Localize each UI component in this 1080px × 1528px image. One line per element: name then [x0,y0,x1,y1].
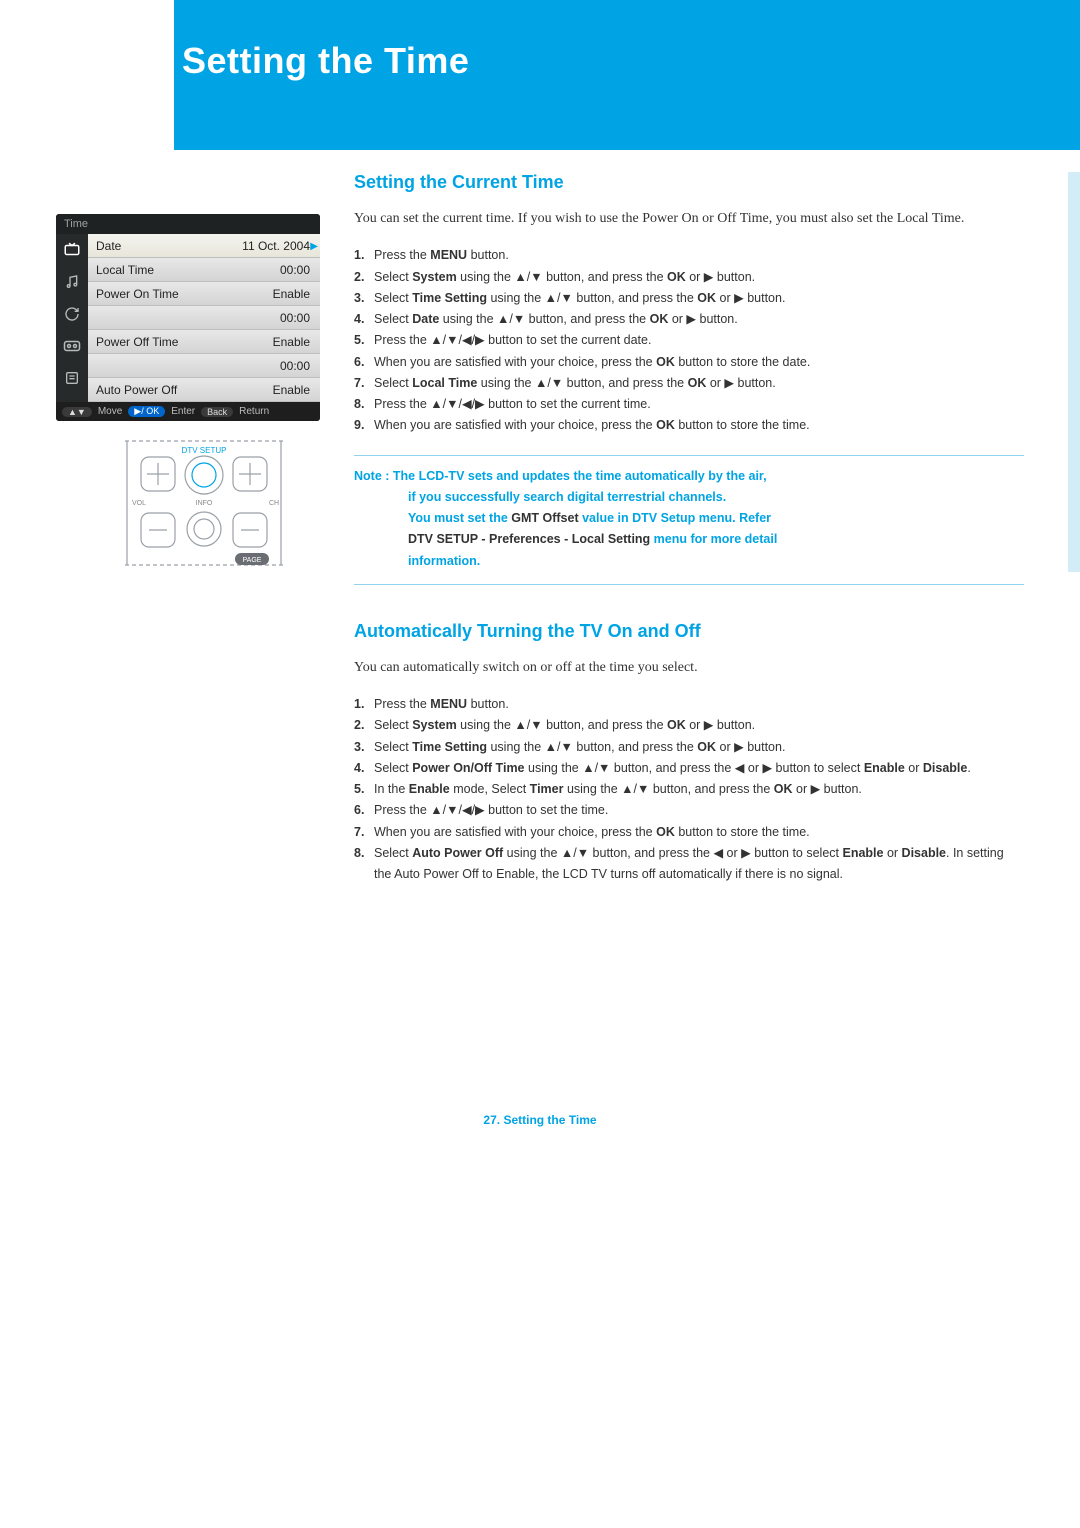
list-icon [62,368,82,388]
osd-row: Local Time00:00 [88,258,320,282]
step-item: 4.Select Date using the ▲/▼ button, and … [354,309,1024,330]
osd-row: Auto Power OffEnable [88,378,320,402]
osd-footer: ▲▼Move ▶/ OKEnter BackReturn [56,402,320,421]
step-item: 2.Select System using the ▲/▼ button, an… [354,267,1024,288]
step-item: 7.Select Local Time using the ▲/▼ button… [354,373,1024,394]
section2-steps: 1.Press the MENU button.2. Select System… [354,694,1024,885]
music-icon [62,272,82,292]
clock-icon [62,336,82,356]
section2-intro: You can automatically switch on or off a… [354,658,1024,678]
osd-row: 00:00 [88,354,320,378]
page-title: Setting the Time [182,40,1080,82]
step-item: 2. Select System using the ▲/▼ button, a… [354,715,1024,736]
osd-row: Date11 Oct. 2004▶ [88,234,320,258]
remote-dtv-label: DTV SETUP [182,446,227,455]
step-item: 1.Press the MENU button. [354,245,1024,266]
remote-page-label: PAGE [243,557,262,564]
osd-row: Power Off TimeEnable [88,330,320,354]
step-item: 3.Select Time Setting using the ▲/▼ butt… [354,288,1024,309]
osd-row: 00:00 [88,306,320,330]
step-item: 7.When you are satisfied with your choic… [354,822,1024,843]
step-item: 8.Select Auto Power Off using the ▲/▼ bu… [354,843,1024,886]
osd-title: Time [56,214,320,234]
remote-ch-label: CH [269,500,279,507]
section1-intro: You can set the current time. If you wis… [354,209,1024,229]
page-header: Setting the Time [174,0,1080,150]
remote-vol-label: VOL [132,500,146,507]
step-item: 3.Select Time Setting using the ▲/▼ butt… [354,737,1024,758]
osd-time-menu: Time [56,214,320,421]
step-item: 8.Press the ▲/▼/◀/▶ button to set the cu… [354,394,1024,415]
back-pill-icon: Back [201,407,233,417]
nav-pill-icon: ▲▼ [62,407,92,417]
top-stripe [0,0,1080,14]
refresh-icon [62,304,82,324]
step-item: 5.In the Enable mode, Select Timer using… [354,779,1024,800]
osd-row: Power On TimeEnable [88,282,320,306]
remote-diagram: DTV SETUP VOL CH INFO PAGE [119,439,289,574]
remote-info-label: INFO [196,500,213,507]
step-item: 9.When you are satisfied with your choic… [354,415,1024,436]
section2-title: Automatically Turning the TV On and Off [354,621,1024,642]
note-box: Note : The LCD-TV sets and updates the t… [354,455,1024,585]
ok-pill-icon: ▶/ OK [128,406,165,417]
step-item: 6.When you are satisfied with your choic… [354,352,1024,373]
page-footer: 27. Setting the Time [0,1113,1080,1187]
osd-rows: Date11 Oct. 2004▶ Local Time00:00 Power … [88,234,320,402]
step-item: 6.Press the ▲/▼/◀/▶ button to set the ti… [354,800,1024,821]
step-item: 5.Press the ▲/▼/◀/▶ button to set the cu… [354,330,1024,351]
step-item: 4.Select Power On/Off Time using the ▲/▼… [354,758,1024,779]
section1-title: Setting the Current Time [354,172,1024,193]
tv-icon [62,240,82,260]
osd-left-icons [56,234,88,402]
step-item: 1.Press the MENU button. [354,694,1024,715]
section1-steps: 1.Press the MENU button.2.Select System … [354,245,1024,436]
caret-right-icon: ▶ [310,241,318,252]
side-tab [1068,172,1080,572]
